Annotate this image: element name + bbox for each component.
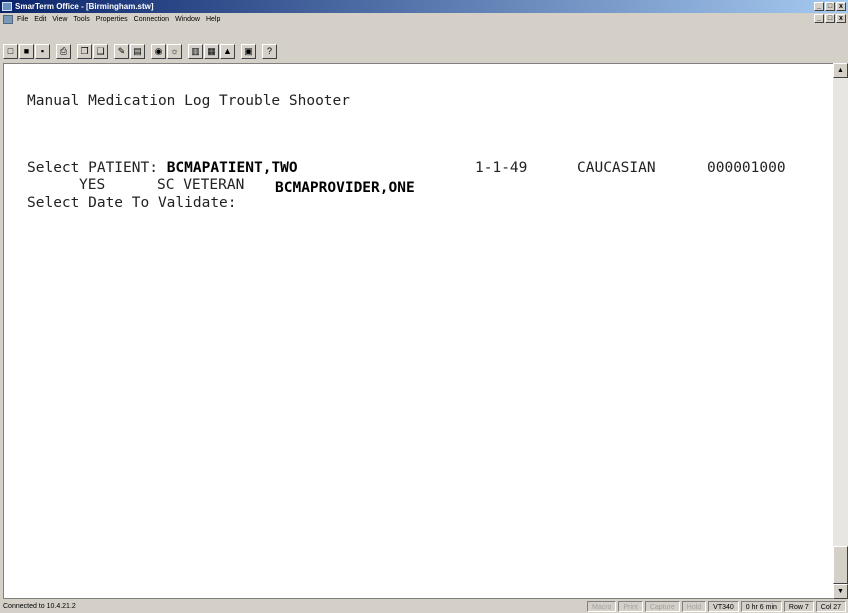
doc2-icon[interactable]: ▦ <box>204 44 219 59</box>
menu-bar: File Edit View Tools Properties Connection Win… <box>0 13 848 26</box>
patient-dob: 1-1-49 <box>475 160 528 176</box>
doc-minimize-button[interactable]: _ <box>814 14 824 23</box>
new-icon[interactable]: □ <box>3 44 18 59</box>
toolbar: □ ■ ▪ ⎙ ❐ ❑ ✎ ▤ ◉ ☼ ▥ ▦ ▲ ▣? <box>0 27 848 61</box>
app-icon[interactable] <box>2 2 12 11</box>
doc-maximize-button[interactable]: □ <box>825 14 835 23</box>
status-panel-col-27: Col 27 <box>815 601 846 612</box>
patient-prompt-line: Select PATIENT: BCMAPATIENT,TWO <box>27 160 298 176</box>
terminal-screen[interactable]: Manual Medication Log Trouble Shooter Se… <box>3 63 833 599</box>
maximize-button[interactable]: □ <box>825 2 835 11</box>
menu-view[interactable]: View <box>52 13 67 26</box>
patient-race: CAUCASIAN <box>577 160 656 176</box>
status-panel-vt340: VT340 <box>708 601 739 612</box>
patient-ssn: 000001000 <box>707 160 786 176</box>
menu-window[interactable]: Window <box>175 13 200 26</box>
veteran-flag: YES <box>79 177 106 193</box>
provider-name: BCMAPROVIDER,ONE <box>275 180 415 196</box>
status-panel-macro: Macro <box>587 601 617 612</box>
status-bar: Connected to 10.4.21.2 Macro Print Capture… <box>0 600 848 613</box>
patient-name: BCMAPATIENT,TWO <box>166 160 298 176</box>
date-prompt: Select Date To Validate: <box>27 195 237 211</box>
doc-icon[interactable]: ▥ <box>188 44 203 59</box>
status-panel-row-7: Row 7 <box>783 601 814 612</box>
save-icon[interactable]: ▪ <box>35 44 50 59</box>
document-icon[interactable] <box>3 15 13 24</box>
macro-icon[interactable]: ▤ <box>130 44 145 59</box>
status-panel-capture: Capture <box>644 601 680 612</box>
minimize-button[interactable]: _ <box>814 2 824 11</box>
scroll-up-button[interactable]: ▲ <box>833 63 848 78</box>
help-icon[interactable]: ? <box>262 44 277 59</box>
copy-icon[interactable]: ❐ <box>77 44 92 59</box>
status-panel-0-hr-6-min: 0 hr 6 min <box>740 601 782 612</box>
title-bar[interactable]: SmarTerm Office - [Birmingham.stw] _ □ x <box>0 0 848 13</box>
open-icon[interactable]: ■ <box>19 44 34 59</box>
menu-file[interactable]: File <box>17 13 28 26</box>
record-icon[interactable]: ◉ <box>151 44 166 59</box>
menu-help[interactable]: Help <box>206 13 220 26</box>
scroll-down-button[interactable]: ▼ <box>833 584 848 599</box>
scroll-thumb[interactable] <box>833 546 848 584</box>
doc-close-button[interactable]: x <box>836 14 846 23</box>
pointer-icon[interactable]: ▲ <box>220 44 235 59</box>
close-button[interactable]: x <box>836 2 846 11</box>
status-panel-hold: Hold <box>681 601 707 612</box>
veteran-type: SC VETERAN <box>157 177 245 193</box>
print-icon[interactable]: ⎙ <box>56 44 71 59</box>
edit-icon[interactable]: ✎ <box>114 44 129 59</box>
paste-icon[interactable]: ❑ <box>93 44 108 59</box>
screen-title: Manual Medication Log Trouble Shooter <box>27 93 351 109</box>
menu-connection[interactable]: Connection <box>134 13 169 26</box>
menu-properties[interactable]: Properties <box>96 13 128 26</box>
window-title: SmarTerm Office - [Birmingham.stw] <box>15 2 154 11</box>
menu-tools[interactable]: Tools <box>73 13 89 26</box>
settings-icon[interactable]: ☼ <box>167 44 182 59</box>
connection-status: Connected to 10.4.21.2 <box>3 603 76 610</box>
patient-prompt: Select PATIENT: <box>27 160 167 176</box>
screen-icon[interactable]: ▣ <box>241 44 256 59</box>
menu-edit[interactable]: Edit <box>34 13 46 26</box>
status-panel-print: Print <box>618 601 643 612</box>
vertical-scrollbar[interactable]: ▲ ▼ <box>833 63 848 599</box>
